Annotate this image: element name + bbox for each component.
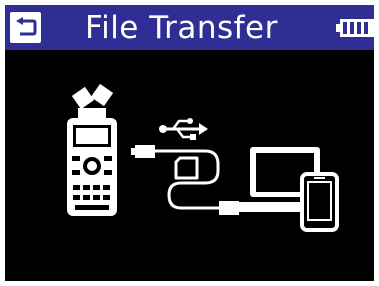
usb-cable-icon xyxy=(131,145,244,215)
smartphone-icon xyxy=(300,172,339,232)
back-arrow-icon xyxy=(15,16,36,35)
usb-symbol-icon xyxy=(159,118,208,140)
battery-icon xyxy=(336,19,374,37)
title-bar: File Transfer xyxy=(5,5,374,50)
device-screen: File Transfer xyxy=(5,5,374,281)
screen-title: File Transfer xyxy=(85,10,278,46)
file-transfer-illustration xyxy=(67,83,339,232)
sd-card-icon xyxy=(174,156,199,180)
recorder-icon xyxy=(67,83,117,216)
back-button[interactable] xyxy=(10,12,41,43)
